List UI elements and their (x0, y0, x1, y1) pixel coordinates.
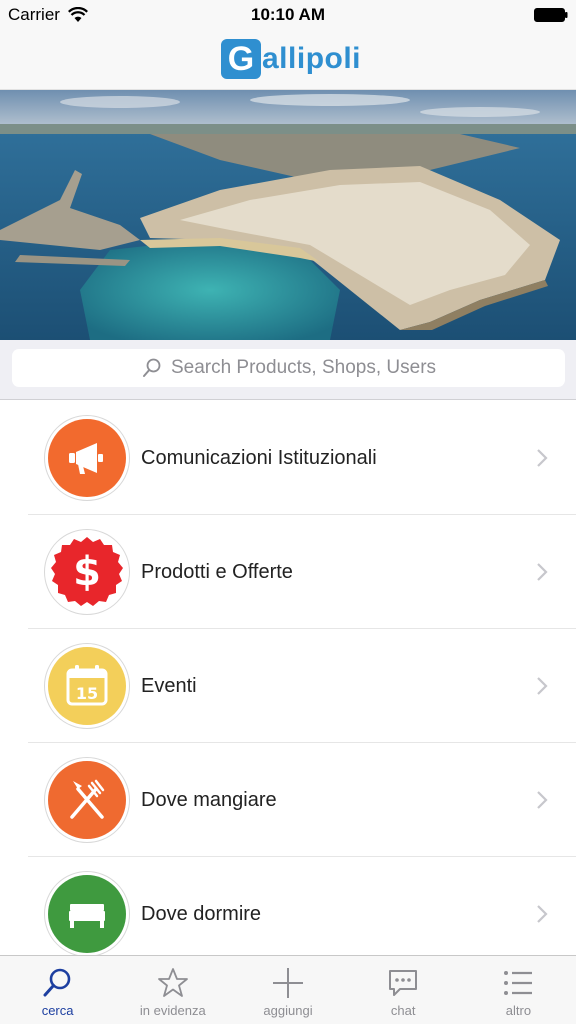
bed-icon (48, 875, 126, 953)
list-item-label: Comunicazioni Istituzionali (141, 446, 377, 469)
tab-aggiungi[interactable]: aggiungi (230, 956, 345, 1024)
chevron-right-icon (537, 791, 548, 809)
list-item-label: Dove mangiare (141, 788, 277, 811)
tab-bar: cerca in evidenza aggiungi chat altro (0, 955, 576, 1024)
list-item-icon-frame: 15 (44, 643, 130, 729)
list-item-icon-frame (44, 415, 130, 501)
list-item-label: Dove dormire (141, 902, 262, 925)
list-item-comunicazioni[interactable]: Comunicazioni Istituzionali (0, 401, 576, 515)
battery-icon (534, 8, 568, 22)
chevron-right-icon (537, 905, 548, 923)
chevron-right-icon (537, 563, 548, 581)
plus-icon (273, 968, 303, 998)
logo-text: allipoli (262, 42, 362, 75)
tab-label: chat (390, 1003, 416, 1018)
logo-letter: G (221, 39, 261, 79)
search-icon (43, 968, 70, 997)
list-item-label: Eventi (141, 674, 197, 697)
list-item-prodotti[interactable]: $ Prodotti e Offerte (0, 515, 576, 629)
calendar-day: 15 (76, 684, 98, 703)
tab-cerca[interactable]: cerca (0, 956, 115, 1024)
list-item-icon-frame (44, 871, 130, 957)
megaphone-icon (48, 419, 126, 497)
tab-label: in evidenza (139, 1003, 206, 1018)
chevron-right-icon (537, 677, 548, 695)
status-time: 10:10 AM (250, 5, 325, 24)
hero-aerial-image (0, 90, 576, 340)
tab-chat[interactable]: chat (346, 956, 461, 1024)
status-bar: Carrier 10:10 AM (0, 0, 576, 30)
search-bar-container: Search Products, Shops, Users (0, 340, 576, 400)
list-item-label: Prodotti e Offerte (141, 560, 293, 583)
tab-label: aggiungi (263, 1003, 313, 1018)
category-list: Comunicazioni Istituzionali $ Prodotti e… (0, 401, 576, 971)
search-placeholder: Search Products, Shops, Users (170, 357, 437, 378)
star-icon (157, 968, 188, 997)
svg-text:$: $ (73, 549, 101, 595)
dollar-badge-icon: $ (48, 533, 126, 611)
app-header: G allipoli (0, 30, 576, 90)
gallipoli-logo: G allipoli (221, 38, 361, 80)
list-item-icon-frame: $ (44, 529, 130, 615)
search-icon (142, 358, 161, 377)
list-item-dove-mangiare[interactable]: Dove mangiare (0, 743, 576, 857)
tab-label: altro (505, 1003, 532, 1018)
tab-in-evidenza[interactable]: in evidenza (115, 956, 230, 1024)
fork-knife-icon (48, 761, 126, 839)
calendar-icon: 15 (48, 647, 126, 725)
list-item-eventi[interactable]: 15 Eventi (0, 629, 576, 743)
chevron-right-icon (537, 449, 548, 467)
chat-bubble-icon (389, 970, 418, 996)
tab-label: cerca (41, 1003, 74, 1018)
search-input[interactable]: Search Products, Shops, Users (12, 349, 565, 387)
list-item-icon-frame (44, 757, 130, 843)
list-item-dove-dormire[interactable]: Dove dormire (0, 857, 576, 971)
tab-altro[interactable]: altro (461, 956, 576, 1024)
list-icon (504, 971, 533, 995)
